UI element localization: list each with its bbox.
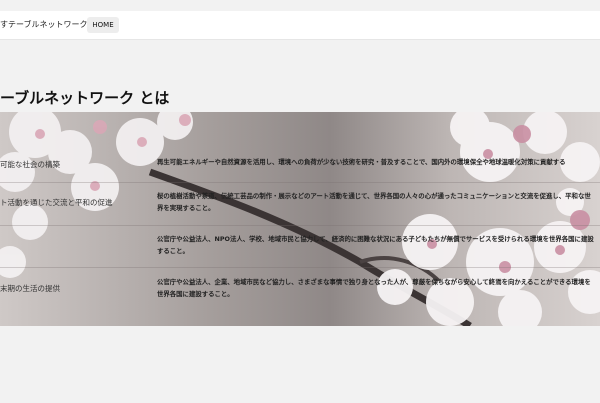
site-logo-text[interactable]: すテーブルネットワーク <box>0 19 88 30</box>
top-strip <box>0 0 600 11</box>
nav-home-button[interactable]: HOME <box>87 17 119 33</box>
mission-description: 桜の植樹活動や茶道、伝統工芸品の制作・展示などのアート活動を通じて、世界各国の人… <box>157 192 591 212</box>
row-divider <box>0 225 600 226</box>
mission-row: 末期の生活の提供 公官庁や公益法人、企業、地域市民など協力し、さまざまな事情で独… <box>0 112 600 298</box>
row-divider <box>0 182 600 183</box>
cherry-blossom-background: 可能な社会の構築 再生可能エネルギーや自然資源を活用し、環境への負荷が少ない技術… <box>0 112 600 326</box>
mission-title: ト活動を通じた交流と平和の促進 <box>0 198 113 207</box>
site-header: すテーブルネットワーク HOME <box>0 11 600 40</box>
mission-title: 末期の生活の提供 <box>0 284 60 293</box>
row-divider <box>0 267 600 268</box>
mission-description: 公官庁や公益法人、NPO法人、学校、地域市民と協力して、経済的に困難な状況にある… <box>157 235 594 255</box>
mission-description: 公官庁や公益法人、企業、地域市民など協力し、さまざまな事情で独り身となった人が、… <box>157 278 591 298</box>
page-title: ーブルネットワーク とは <box>0 89 170 107</box>
mission-title: 可能な社会の構築 <box>0 160 60 169</box>
mission-description: 再生可能エネルギーや自然資源を活用し、環境への負荷が少ない技術を研究・普及するこ… <box>157 158 566 166</box>
